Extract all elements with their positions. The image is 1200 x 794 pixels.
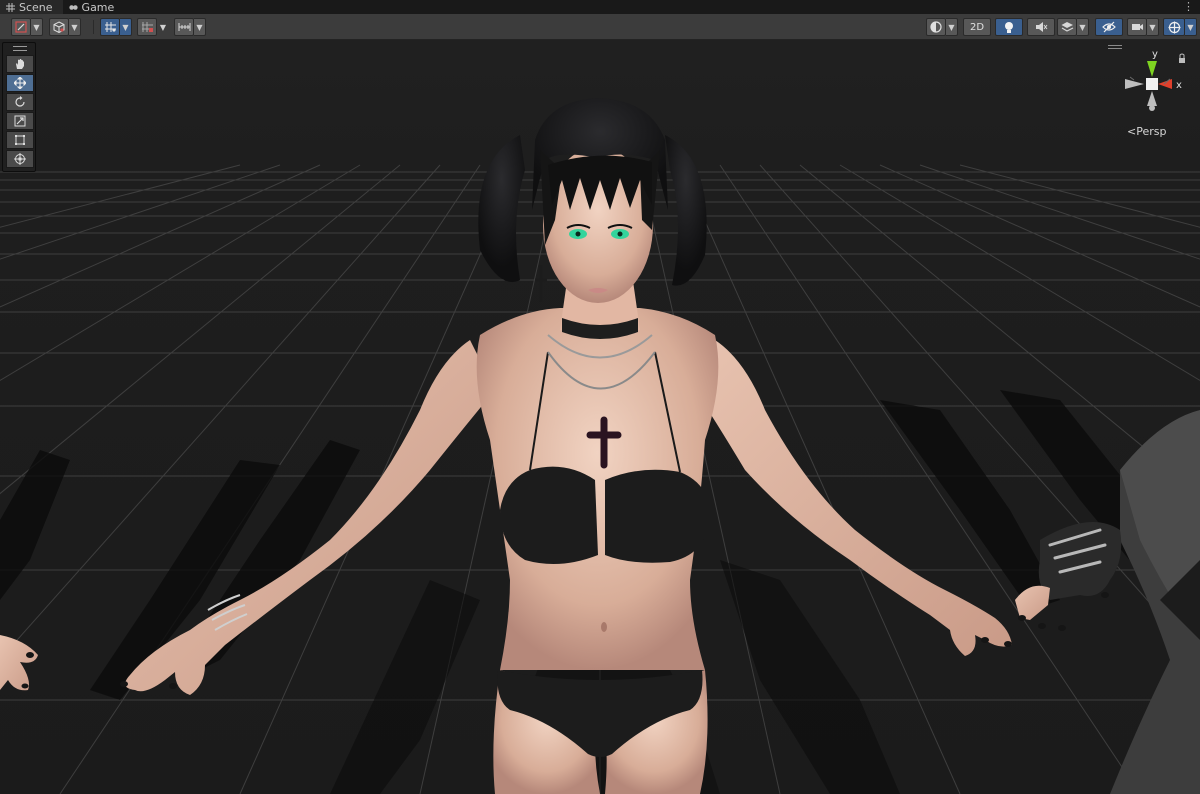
eye-slash-icon [1102,21,1116,33]
gizmo-center-cube[interactable] [1146,78,1158,90]
draw-mode-dropdown[interactable]: ▼ [31,18,43,36]
rotate-icon [15,96,25,107]
mode-2d-label: 2D [969,21,985,33]
ruler-icon [178,23,190,31]
lightbulb-icon [1005,21,1013,33]
scale-tool-button[interactable] [6,112,34,130]
effects-button[interactable] [1057,18,1077,36]
gizmo-x-label: x [1176,80,1182,91]
tab-game[interactable]: Game [63,0,125,14]
tab-game-label: Game [81,0,115,14]
lighting-mode-dropdown[interactable]: ▼ [946,18,958,36]
layers-effects-icon [1061,22,1073,32]
persp-chevron-icon: < [1127,125,1137,138]
move-icon [14,77,26,89]
grid-snap-icon [104,22,116,32]
gamepad-icon [68,3,78,12]
scale-icon [14,115,26,127]
audio-button[interactable] [1027,18,1055,36]
shading-mode-dropdown[interactable]: ▼ [69,18,81,36]
transform-tool-button[interactable] [6,150,34,168]
scene-tab-bar: Scene Game ⋮ [0,0,1200,14]
tab-scene[interactable]: Scene [0,0,63,14]
scene-toolbar: ▼ ▼ ▼ ▼ ▼ ▼ 2D ▼ ▼ ▼ [0,14,1200,40]
gizmos-dropdown[interactable]: ▼ [1185,18,1197,36]
ruler-dropdown[interactable]: ▼ [194,18,206,36]
gizmo-lock-icon[interactable] [1179,53,1185,63]
scene-visibility-button[interactable] [1095,18,1123,36]
speaker-mute-icon [1035,22,1047,32]
rotate-tool-button[interactable] [6,93,34,111]
grid-icon [6,2,15,12]
tab-scene-label: Scene [19,0,53,14]
hand-icon [16,59,24,69]
mode-2d-button[interactable]: 2D [963,18,991,36]
draw-mode-icon [15,21,27,33]
camera-icon [1131,24,1143,30]
rect-tool-button[interactable] [6,131,34,149]
cube-icon [53,21,65,33]
sphere-shading-icon [930,21,942,33]
more-options-icon[interactable]: ⋮ [1183,1,1194,13]
gizmos-button[interactable] [1163,18,1185,36]
effects-dropdown[interactable]: ▼ [1077,18,1089,36]
toolbar-separator [93,20,94,34]
gizmo-neg-y-axis[interactable] [1147,91,1157,106]
panel-grip-icon[interactable] [13,46,27,51]
gizmo-neg-y-cap [1149,105,1155,111]
scene-viewport[interactable] [0,40,1200,794]
gizmo-y-label: y [1152,49,1158,60]
shading-mode-button[interactable] [49,18,69,36]
lighting-mode-button[interactable] [926,18,946,36]
scene-render [0,98,1200,794]
transform-icon [14,153,26,165]
scene-lighting-button[interactable] [995,18,1023,36]
scene-camera-button[interactable] [1127,18,1147,36]
ruler-button[interactable] [174,18,194,36]
scene-camera-dropdown[interactable]: ▼ [1147,18,1159,36]
gizmo-y-axis[interactable] [1147,61,1157,77]
grid-snap-button[interactable] [100,18,120,36]
snap-increment-icon [141,22,153,32]
increment-snap-button[interactable] [137,18,157,36]
tools-overlay [2,42,36,172]
gizmo-x-axis[interactable] [1158,79,1172,89]
grid-snap-dropdown[interactable]: ▼ [120,18,132,36]
projection-toggle[interactable]: <Persp [1127,125,1166,138]
move-tool-button[interactable] [6,74,34,92]
hand-tool-button[interactable] [6,55,34,73]
gizmo-globe-icon [1168,21,1180,33]
draw-mode-button[interactable] [11,18,31,36]
rect-transform-icon [15,135,25,145]
neighbor-character-left [0,635,38,691]
increment-snap-dropdown[interactable]: ▼ [157,18,169,36]
projection-label: Persp [1136,125,1167,138]
gizmo-neg-x-axis[interactable] [1125,79,1144,89]
